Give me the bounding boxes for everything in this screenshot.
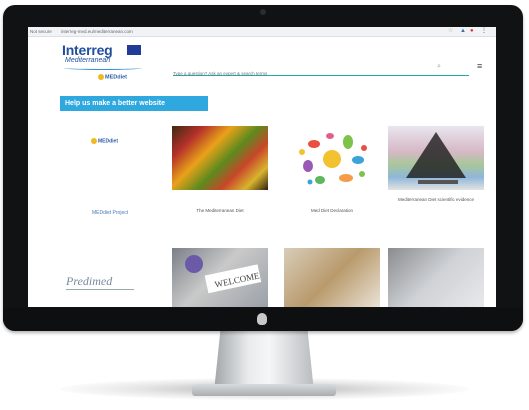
- browser-screen: Not secure interreg-med.eu/mediterranean…: [28, 27, 496, 307]
- medidiet-label: MEDdiet: [105, 74, 127, 81]
- vegetables-image[interactable]: [172, 126, 268, 190]
- welcome-image[interactable]: WELCOME: [172, 248, 268, 307]
- camera: [260, 9, 266, 15]
- predimed-logo[interactable]: Predimed: [66, 274, 112, 289]
- monitor-stand: [214, 331, 314, 391]
- site-header: Interreg Mediterranean MEDdiet ⌕ ≡: [28, 37, 496, 85]
- address-bar[interactable]: Not secure interreg-med.eu/mediterranean…: [28, 27, 496, 37]
- help-banner[interactable]: Help us make a better website: [60, 96, 208, 111]
- eu-flag-icon: [127, 45, 141, 55]
- tile-caption[interactable]: Med Diet Declaration: [284, 208, 380, 213]
- pyramid-shape: [406, 132, 466, 184]
- monitor-base: [192, 384, 336, 396]
- welcome-sign: WELCOME: [185, 255, 262, 294]
- tile-caption[interactable]: Mediterranean Diet scientific evidence: [388, 197, 484, 202]
- medidiet-project-link[interactable]: MEDdiet Project: [92, 210, 128, 216]
- predimed-line: [66, 289, 134, 290]
- url-text[interactable]: interreg-med.eu/mediterranean.com: [61, 29, 133, 34]
- medidiet-logo-dot-icon: [91, 138, 97, 144]
- food-illustration: [299, 133, 367, 185]
- monitor-scene: Not secure interreg-med.eu/mediterranean…: [0, 0, 529, 410]
- search-box: ⌕: [173, 62, 469, 80]
- logo-curve: [64, 66, 142, 70]
- extension-icon[interactable]: ●: [470, 28, 474, 35]
- account-icon[interactable]: ▲: [460, 28, 466, 35]
- logo-subtitle: Mediterranean: [65, 57, 111, 64]
- medidiet-dot-icon: [98, 74, 104, 80]
- apple-logo-icon: [257, 313, 267, 325]
- kitchen-utensils-image[interactable]: [284, 248, 380, 307]
- tile-caption[interactable]: The Mediterranean Diet: [172, 208, 268, 213]
- medidiet-badge[interactable]: MEDdiet: [98, 74, 127, 80]
- more-icon[interactable]: ⋮: [481, 28, 487, 35]
- medidiet-logo-text: MEDdiet: [98, 138, 118, 145]
- food-illustration-image[interactable]: [284, 126, 380, 190]
- diet-pyramid-image[interactable]: [388, 126, 484, 190]
- search-icon[interactable]: ⌕: [437, 63, 441, 71]
- medidiet-logo[interactable]: MEDdiet: [91, 138, 118, 144]
- interreg-logo[interactable]: Interreg: [62, 42, 113, 58]
- security-indicator: Not secure: [30, 29, 52, 34]
- star-icon[interactable]: ☆: [448, 28, 453, 35]
- search-input[interactable]: [173, 67, 393, 80]
- menu-icon[interactable]: ≡: [477, 61, 482, 71]
- people-image[interactable]: [388, 248, 484, 307]
